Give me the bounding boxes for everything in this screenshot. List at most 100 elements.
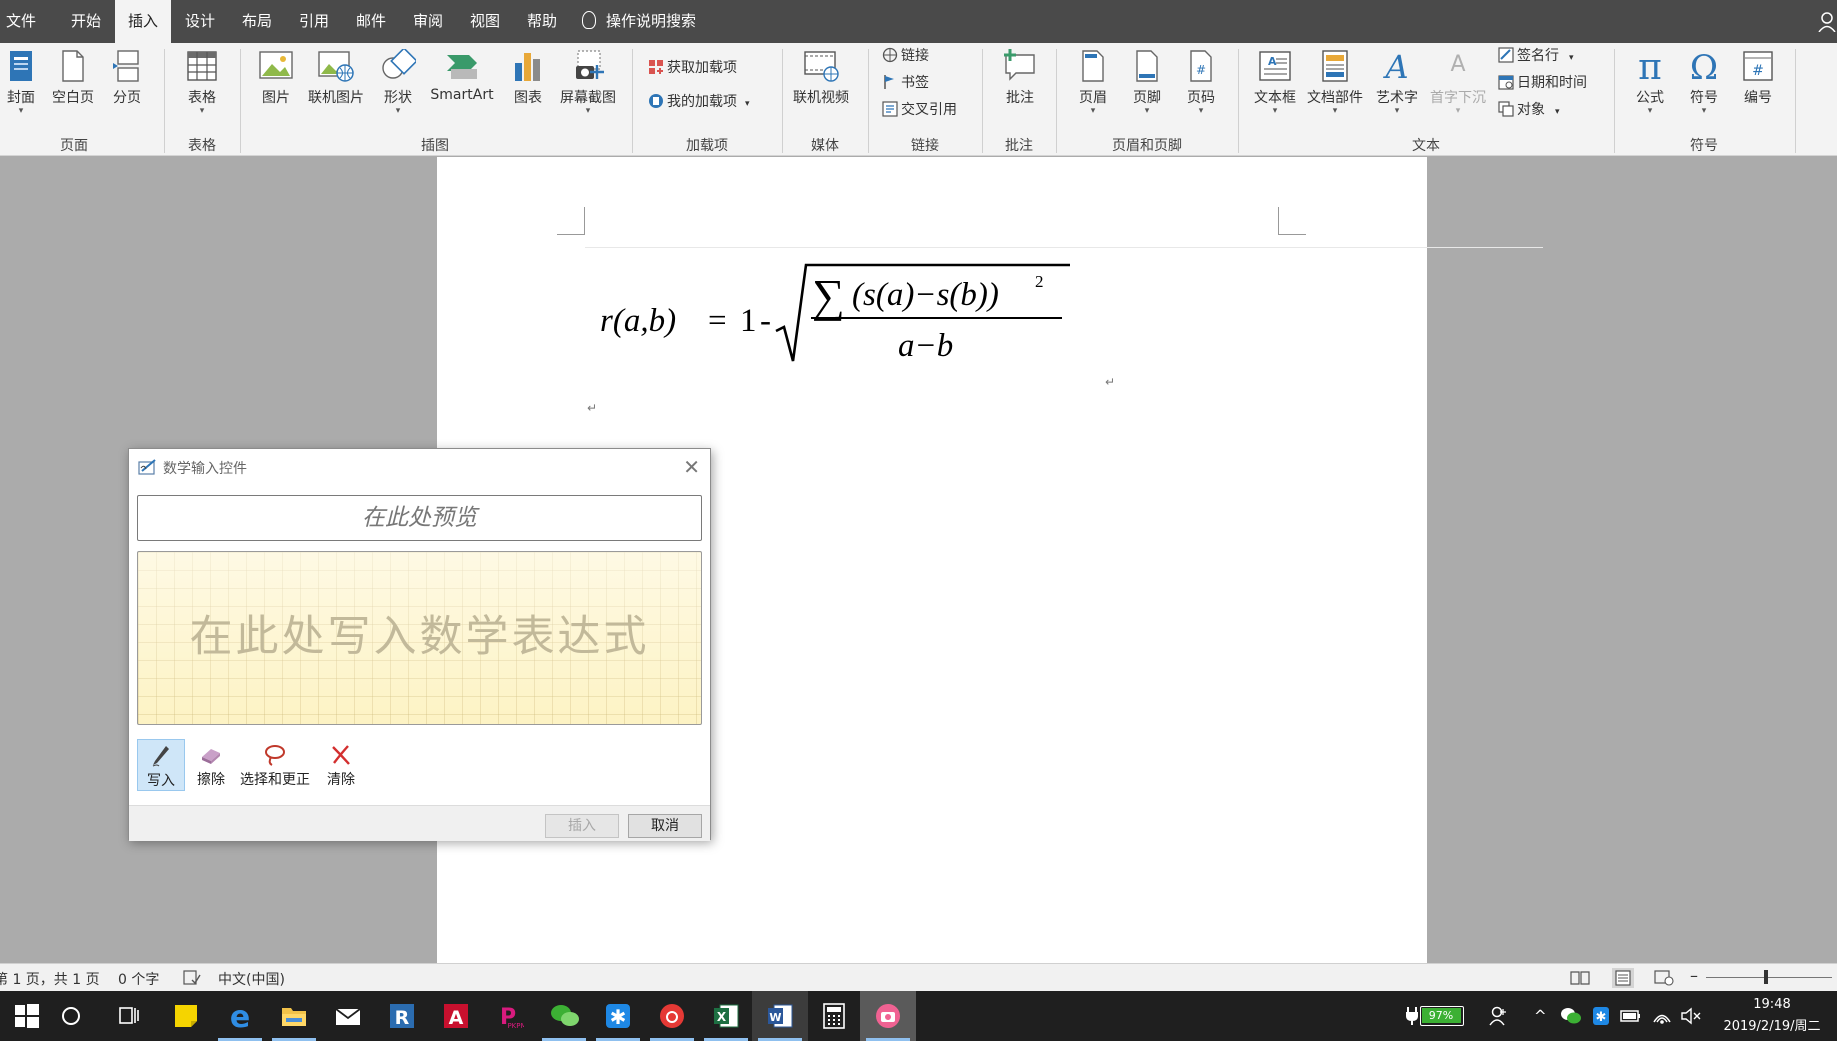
zoom-out-icon[interactable]: – — [1690, 966, 1698, 985]
battery-tray-icon[interactable] — [1620, 1008, 1642, 1024]
comment-button[interactable]: 批注 — [998, 49, 1042, 107]
symbol-button[interactable]: Ω 符号 ▾ — [1682, 49, 1726, 116]
tab-review[interactable]: 审阅 — [400, 0, 456, 43]
tab-layout[interactable]: 布局 — [229, 0, 285, 43]
tab-insert[interactable]: 插入 — [115, 0, 171, 43]
shapes-button[interactable]: 形状 ▾ — [378, 49, 418, 116]
online-video-button[interactable]: 联机视频 — [788, 49, 854, 107]
taskbar-app-netease-music[interactable] — [644, 991, 700, 1041]
close-icon[interactable]: ✕ — [683, 455, 700, 479]
shapes-icon — [382, 49, 416, 79]
tab-help[interactable]: 帮助 — [514, 0, 570, 43]
taskbar-app-screenshot-tool[interactable] — [860, 991, 916, 1041]
taskbar-app-calculator[interactable] — [806, 991, 862, 1041]
insert-button[interactable]: 插入 — [545, 814, 619, 838]
read-mode-icon[interactable] — [1570, 970, 1590, 986]
taskbar-app-bluetooth-tool[interactable]: ✱ — [590, 991, 646, 1041]
blank-page-button[interactable]: 空白页 — [48, 49, 98, 107]
dialog-titlebar[interactable]: 数学输入控件 ✕ — [129, 449, 710, 485]
page-number-button[interactable]: # 页码 ▾ — [1180, 49, 1222, 116]
group-label-pages: 页面 — [60, 138, 88, 154]
zoom-slider-thumb[interactable] — [1764, 970, 1768, 984]
speaker-muted-icon[interactable] — [1680, 1007, 1702, 1025]
cancel-button[interactable]: 取消 — [628, 814, 702, 838]
taskbar-app-explorer[interactable] — [266, 991, 322, 1041]
show-hidden-icons-chevron-up-icon[interactable]: ^ — [1534, 991, 1547, 1041]
table-button[interactable]: 表格 ▾ — [180, 49, 224, 116]
handwriting-canvas[interactable]: 在此处写入数学表达式 — [137, 551, 702, 725]
web-layout-icon[interactable] — [1654, 970, 1674, 986]
screenshot-button[interactable]: 屏幕截图 ▾ — [556, 49, 620, 116]
numbering-button[interactable]: # 编号 — [1736, 49, 1780, 107]
page-break-button[interactable]: 分页 — [106, 49, 148, 107]
tab-mailings[interactable]: 邮件 — [343, 0, 399, 43]
taskbar-app-pkpm[interactable]: P PKPM — [482, 991, 538, 1041]
tell-me-search[interactable]: 操作说明搜索 — [582, 0, 696, 43]
taskbar-app-excel[interactable]: X — [698, 991, 754, 1041]
taskbar-app-wechat[interactable] — [536, 991, 592, 1041]
svg-text:A: A — [1450, 52, 1465, 77]
smartart-button[interactable]: SmartArt — [426, 49, 498, 103]
picture-button[interactable]: 图片 — [256, 49, 296, 107]
taskbar-app-revit[interactable]: R — [374, 991, 430, 1041]
people-icon[interactable] — [1488, 1005, 1508, 1027]
clear-tool-button[interactable]: 清除 — [319, 739, 363, 791]
cross-reference-button[interactable]: 交叉引用 — [882, 99, 957, 121]
wechat-tray-icon[interactable] — [1560, 1006, 1582, 1026]
tab-view[interactable]: 视图 — [457, 0, 513, 43]
taskbar-app-mail[interactable] — [320, 991, 376, 1041]
taskbar-app-edge[interactable]: e — [212, 991, 268, 1041]
equation-display[interactable]: r(a,b) = 1 - ∑ (s(a)−s(b)) 2 a−b — [600, 261, 1070, 371]
erase-tool-button[interactable]: 擦除 — [187, 739, 235, 791]
task-view-button[interactable] — [102, 991, 158, 1041]
quick-parts-button[interactable]: 文档部件 ▾ — [1304, 49, 1366, 116]
language-indicator[interactable]: 中文(中国) — [218, 969, 285, 989]
online-picture-button[interactable]: 联机图片 — [305, 49, 367, 107]
wordart-button[interactable]: A 艺术字 ▾ — [1372, 49, 1422, 116]
taskbar-app-sticky-notes[interactable] — [158, 991, 214, 1041]
select-correct-tool-button[interactable]: 选择和更正 — [233, 739, 317, 791]
paragraph-mark: ↵ — [1105, 375, 1116, 389]
bookmark-button[interactable]: 书签 — [882, 72, 929, 94]
my-addins-button[interactable]: 我的加载项 ▾ — [648, 91, 750, 113]
math-input-icon — [138, 459, 156, 475]
battery-icon: 97% — [1420, 1006, 1464, 1026]
drop-cap-button[interactable]: A 首字下沉 ▾ — [1426, 49, 1490, 116]
svg-text:X: X — [717, 1010, 727, 1024]
user-icon[interactable] — [1818, 12, 1836, 32]
group-label-media: 媒体 — [811, 138, 839, 154]
cover-page-button[interactable]: 封面 ▾ — [2, 49, 40, 116]
footer-button[interactable]: 页脚 ▾ — [1126, 49, 1168, 116]
taskbar-app-autocad[interactable]: A — [428, 991, 484, 1041]
lasso-icon — [265, 745, 285, 766]
tab-file[interactable]: 文件 — [0, 0, 42, 43]
textbox-button[interactable]: A 文本框 ▾ — [1250, 49, 1300, 116]
wifi-icon[interactable] — [1652, 1007, 1672, 1025]
star-tray-icon[interactable]: ✱ — [1592, 1006, 1610, 1026]
taskbar-app-word[interactable]: W — [752, 991, 808, 1041]
tab-design[interactable]: 设计 — [172, 0, 228, 43]
proofing-icon[interactable] — [183, 970, 201, 986]
chart-button[interactable]: 图表 — [508, 49, 548, 107]
equation-exponent: 2 — [1035, 272, 1044, 291]
date-time-button[interactable]: 日期和时间 — [1498, 72, 1587, 94]
zoom-slider-track[interactable] — [1706, 977, 1832, 978]
equation-button[interactable]: π 公式 ▾ — [1628, 49, 1672, 116]
word-count[interactable]: 0 个字 — [118, 969, 159, 989]
battery-percent: 97% — [1428, 1009, 1454, 1022]
print-layout-icon[interactable] — [1612, 968, 1634, 988]
tab-references[interactable]: 引用 — [286, 0, 342, 43]
clock[interactable]: 19:48 2019/2/19/周二 — [1712, 991, 1832, 1041]
page-count[interactable]: 第 1 页，共 1 页 — [0, 969, 100, 989]
object-button[interactable]: 对象 ▾ — [1498, 99, 1560, 121]
search-button[interactable] — [44, 991, 100, 1041]
tab-home[interactable]: 开始 — [58, 0, 114, 43]
chevron-down-icon: ▾ — [395, 106, 401, 116]
link-button[interactable]: 链接 — [882, 45, 929, 67]
header-boundary-line — [585, 247, 1543, 248]
signature-line-button[interactable]: 签名行 ▾ — [1498, 45, 1574, 67]
word-icon: W — [768, 1004, 793, 1028]
get-addins-button[interactable]: 获取加载项 — [648, 57, 737, 79]
write-tool-button[interactable]: 写入 — [137, 739, 185, 791]
header-button[interactable]: 页眉 ▾ — [1072, 49, 1114, 116]
